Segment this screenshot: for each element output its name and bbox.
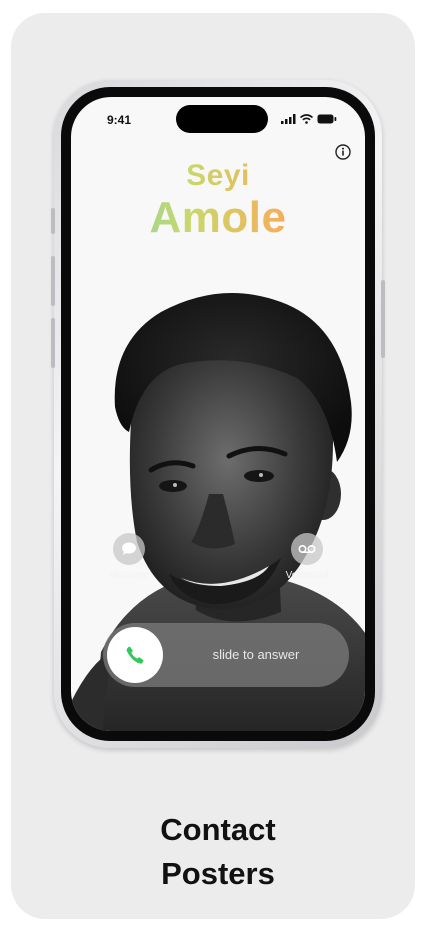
status-time: 9:41 <box>107 113 132 127</box>
incoming-call-screen: 9:41 Seyi Amole Message Voicemail slide … <box>71 97 365 731</box>
message-button[interactable]: Message <box>89 533 169 581</box>
wifi-icon <box>300 114 313 124</box>
contact-last-name: Amole <box>71 193 365 243</box>
answer-knob[interactable] <box>107 627 163 683</box>
caption-line-1: Contact <box>160 812 276 847</box>
slide-to-answer-slider[interactable]: slide to answer <box>103 623 349 687</box>
info-icon[interactable] <box>335 144 351 160</box>
volume-up-button <box>51 256 55 306</box>
action-button <box>51 208 55 234</box>
voicemail-button[interactable]: Voicemail <box>267 533 347 581</box>
phone-icon <box>126 646 144 664</box>
message-label: Message <box>108 570 150 581</box>
side-button <box>381 280 385 358</box>
voicemail-icon <box>291 533 323 565</box>
cellular-signal-icon <box>281 114 296 124</box>
battery-icon <box>317 114 337 124</box>
dynamic-island <box>176 105 268 133</box>
slide-to-answer-label: slide to answer <box>212 647 300 662</box>
voicemail-label: Voicemail <box>285 570 329 581</box>
caption-line-2: Posters <box>161 856 275 891</box>
contact-first-name: Seyi <box>71 159 365 193</box>
iphone-device: 9:41 Seyi Amole Message Voicemail slide … <box>51 80 385 748</box>
volume-down-button <box>51 318 55 368</box>
status-bar: 9:41 <box>71 97 365 137</box>
status-icons <box>281 114 337 124</box>
phone-bezel: 9:41 Seyi Amole Message Voicemail slide … <box>61 87 375 741</box>
message-bubble-icon <box>113 533 145 565</box>
